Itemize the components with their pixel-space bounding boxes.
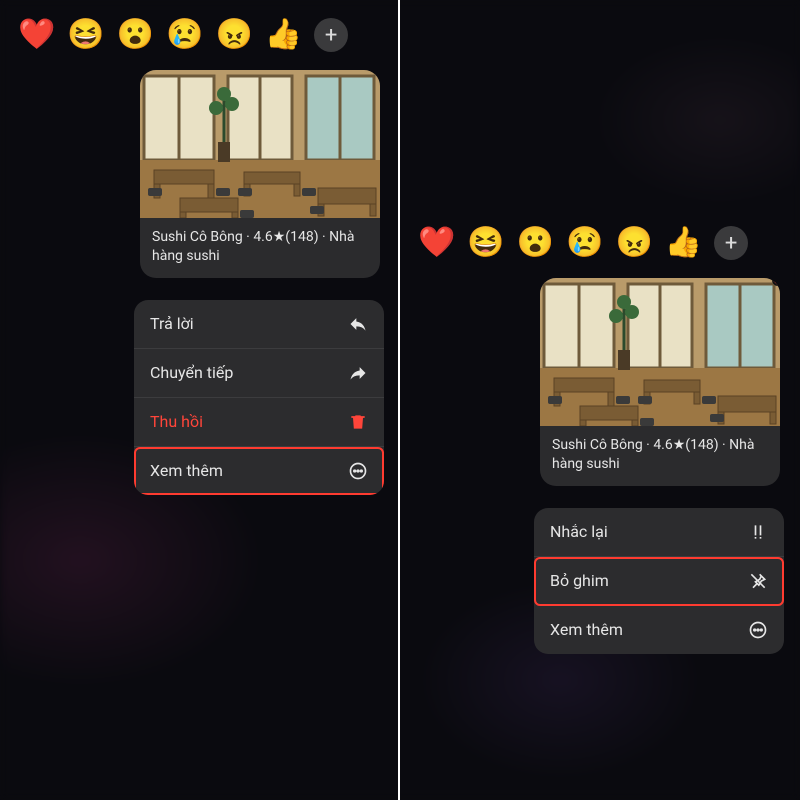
menu-unpin-label: Bỏ ghim [550,571,609,590]
add-reaction-button[interactable]: + [314,18,348,52]
reaction-laugh[interactable]: 😆 [467,228,504,258]
unpin-icon [748,571,768,591]
menu-remind[interactable]: Nhắc lại [534,508,784,557]
reaction-like[interactable]: 👍 [265,20,302,50]
reaction-cry[interactable]: 😢 [566,228,603,258]
menu-forward-label: Chuyển tiếp [150,363,233,382]
reaction-wow[interactable]: 😮 [117,20,154,50]
menu-remind-label: Nhắc lại [550,522,608,541]
reaction-angry[interactable]: 😠 [615,228,652,258]
add-reaction-button[interactable]: + [714,226,748,260]
context-menu: Trả lời Chuyển tiếp Thu hồi Xem thêm [134,300,384,495]
reaction-bar: ❤️ 😆 😮 😢 😠 👍 + [400,222,800,278]
reaction-angry[interactable]: 😠 [215,20,252,50]
remind-icon [748,522,768,542]
reaction-wow[interactable]: 😮 [517,228,554,258]
reaction-cry[interactable]: 😢 [166,20,203,50]
card-caption: Sushi Cô Bông · 4.6★(148) · Nhà hàng sus… [140,218,380,278]
trash-icon [348,412,368,432]
restaurant-image [540,278,780,426]
menu-more[interactable]: Xem thêm [534,606,784,654]
pane-right: ❤️ 😆 😮 😢 😠 👍 + Sushi Cô Bông · 4.6★(148)… [400,0,800,800]
restaurant-image [140,70,380,218]
message-card[interactable]: Sushi Cô Bông · 4.6★(148) · Nhà hàng sus… [540,278,780,486]
menu-more-label: Xem thêm [550,620,623,639]
more-icon [748,620,768,640]
menu-more-label: Xem thêm [150,461,223,480]
plus-icon: + [725,231,737,256]
reaction-like[interactable]: 👍 [665,228,702,258]
reaction-bar: ❤️ 😆 😮 😢 😠 👍 + [0,14,398,70]
forward-icon [348,363,368,383]
pane-left: ❤️ 😆 😮 😢 😠 👍 + Sushi Cô Bông · 4.6★(148)… [0,0,400,800]
card-caption: Sushi Cô Bông · 4.6★(148) · Nhà hàng sus… [540,426,780,486]
menu-reply[interactable]: Trả lời [134,300,384,349]
reaction-heart[interactable]: ❤️ [418,228,455,258]
menu-recall[interactable]: Thu hồi [134,398,384,447]
menu-forward[interactable]: Chuyển tiếp [134,349,384,398]
menu-unpin[interactable]: Bỏ ghim [534,557,784,606]
plus-icon: + [325,23,337,48]
context-menu: Nhắc lại Bỏ ghim Xem thêm [534,508,784,654]
menu-recall-label: Thu hồi [150,412,203,431]
menu-more[interactable]: Xem thêm [134,447,384,495]
more-icon [348,461,368,481]
reply-icon [348,314,368,334]
menu-reply-label: Trả lời [150,314,194,333]
message-card[interactable]: Sushi Cô Bông · 4.6★(148) · Nhà hàng sus… [140,70,380,278]
reaction-heart[interactable]: ❤️ [18,20,55,50]
reaction-laugh[interactable]: 😆 [67,20,104,50]
